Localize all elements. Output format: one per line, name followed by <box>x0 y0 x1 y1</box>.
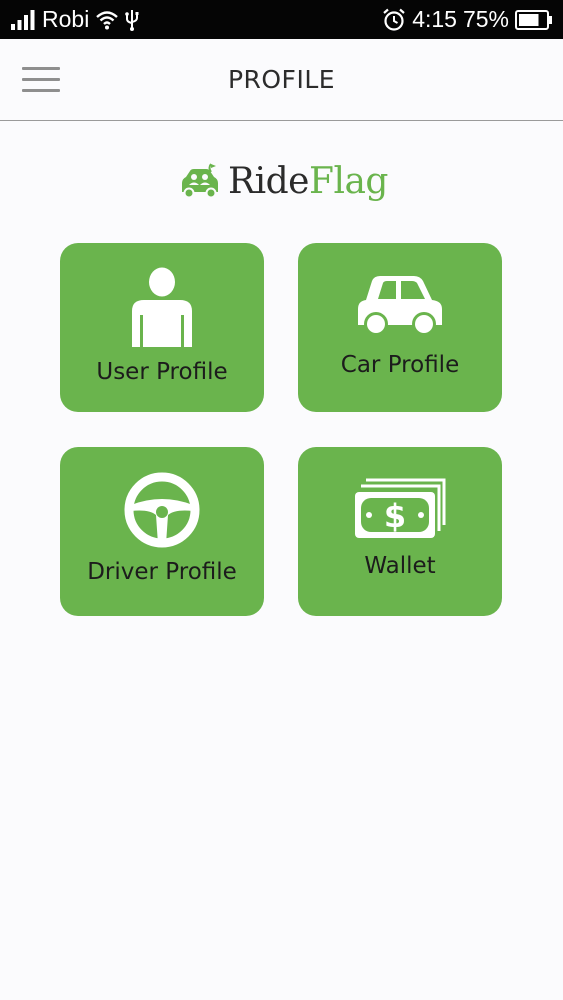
status-left: Robi <box>10 0 139 39</box>
alarm-icon <box>383 8 405 31</box>
driver-profile-button[interactable]: Driver Profile <box>60 447 264 616</box>
user-icon <box>132 267 192 347</box>
steering-wheel-icon-wrap <box>60 471 264 549</box>
rideflag-logo: RideFlag <box>178 156 388 208</box>
app-header: PROFILE <box>0 39 563 121</box>
wallet-button[interactable]: $ Wallet <box>298 447 502 616</box>
page-title: PROFILE <box>227 65 336 94</box>
usb-icon <box>125 9 139 31</box>
driver-profile-label: Driver Profile <box>87 559 237 585</box>
car-icon <box>358 276 442 336</box>
car-icon-wrap <box>298 273 502 337</box>
carrier-name: Robi <box>42 6 90 32</box>
car-profile-button[interactable]: Car Profile <box>298 243 502 412</box>
car-with-passengers-logo-icon <box>182 163 218 199</box>
logo-wordmark: RideFlag <box>228 156 388 208</box>
car-profile-label: Car Profile <box>340 352 460 378</box>
svg-text:$: $ <box>384 497 406 535</box>
battery-percent: 75% <box>462 6 509 32</box>
signal-icon <box>11 9 35 30</box>
battery-fill <box>519 13 539 26</box>
status-bar: Robi 4:15 75% <box>0 0 563 39</box>
user-profile-button[interactable]: User Profile <box>60 243 264 412</box>
logo-text-ride: Ride <box>228 161 309 202</box>
logo-text-flag: Flag <box>308 161 389 202</box>
money-icon-wrap: $ <box>298 477 502 543</box>
wifi-icon <box>96 10 119 29</box>
user-icon-wrap <box>60 267 264 347</box>
steering-wheel-icon <box>124 472 200 548</box>
status-right: 4:15 75% <box>382 0 553 39</box>
user-profile-label: User Profile <box>96 359 228 385</box>
wallet-label: Wallet <box>364 553 436 579</box>
clock-time: 4:15 <box>412 6 457 32</box>
money-icon: $ <box>355 478 446 538</box>
battery-icon <box>515 9 552 30</box>
